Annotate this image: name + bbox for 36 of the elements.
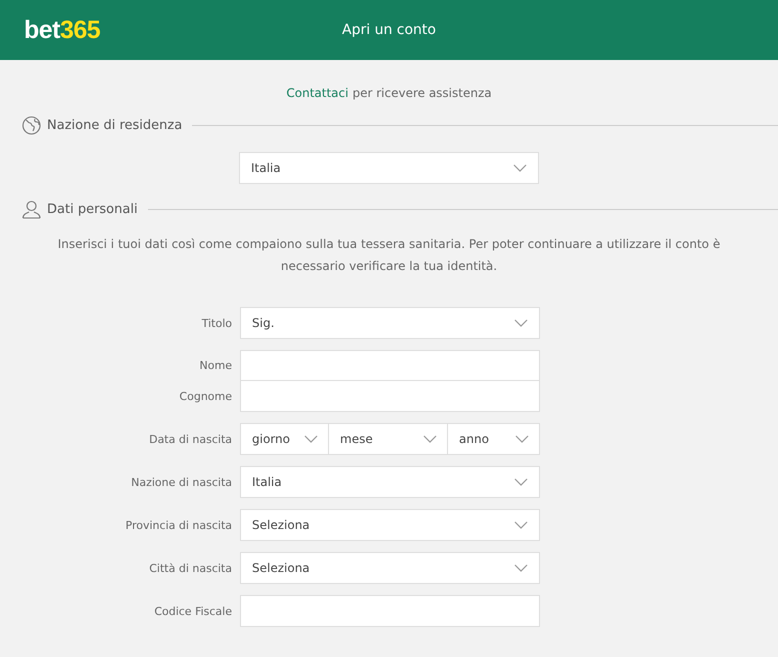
field-label: Nazione di nascita bbox=[130, 476, 232, 488]
select-dropdown[interactable]: mese bbox=[329, 423, 448, 455]
intro-text: Inserisci i tuoi dati così come compaiono sulla tua tessera sanitaria. Per poter continuare a utilizzare il conto è necessario verificare la tua identità. bbox=[56, 236, 722, 275]
help-text: per ricevere assistenza bbox=[352, 86, 492, 100]
field-label: Città di nascita bbox=[148, 562, 232, 574]
select-dropdown[interactable]: Italia bbox=[239, 152, 539, 184]
field-label: Nome bbox=[198, 359, 232, 372]
field-label: Titolo bbox=[200, 316, 232, 330]
contact-link[interactable]: Contattaci bbox=[286, 86, 348, 100]
select-dropdown[interactable]: giorno bbox=[240, 423, 329, 455]
field-label: Cognome bbox=[178, 390, 232, 403]
chevron-down-icon bbox=[514, 521, 528, 529]
chevron-down-icon bbox=[423, 435, 437, 443]
globe-icon bbox=[22, 116, 41, 135]
field-label: Codice Fiscale bbox=[153, 604, 232, 618]
chevron-down-icon bbox=[304, 435, 318, 443]
section-title: Dati personali bbox=[47, 202, 138, 217]
select-dropdown[interactable]: Sig. bbox=[240, 307, 540, 339]
logo[interactable]: bet365 bbox=[24, 16, 100, 44]
section-title: Nazione di residenza bbox=[47, 118, 182, 133]
field-label: Data di nascita bbox=[148, 432, 232, 446]
select-dropdown[interactable]: Seleziona bbox=[240, 509, 540, 541]
person-icon bbox=[22, 200, 41, 219]
input-field[interactable] bbox=[240, 381, 540, 412]
page-title: Apri un conto bbox=[342, 22, 436, 38]
chevron-down-icon bbox=[515, 435, 529, 443]
input-field[interactable] bbox=[240, 350, 540, 381]
select-dropdown[interactable]: anno bbox=[448, 423, 540, 455]
field-label: Provincia di nascita bbox=[124, 518, 232, 532]
select-dropdown[interactable]: Italia bbox=[240, 466, 540, 498]
select-dropdown[interactable]: Seleziona bbox=[240, 552, 540, 584]
input-field[interactable] bbox=[240, 595, 540, 627]
chevron-down-icon bbox=[513, 164, 527, 172]
chevron-down-icon bbox=[514, 564, 528, 572]
chevron-down-icon bbox=[514, 478, 528, 486]
chevron-down-icon bbox=[514, 319, 528, 327]
